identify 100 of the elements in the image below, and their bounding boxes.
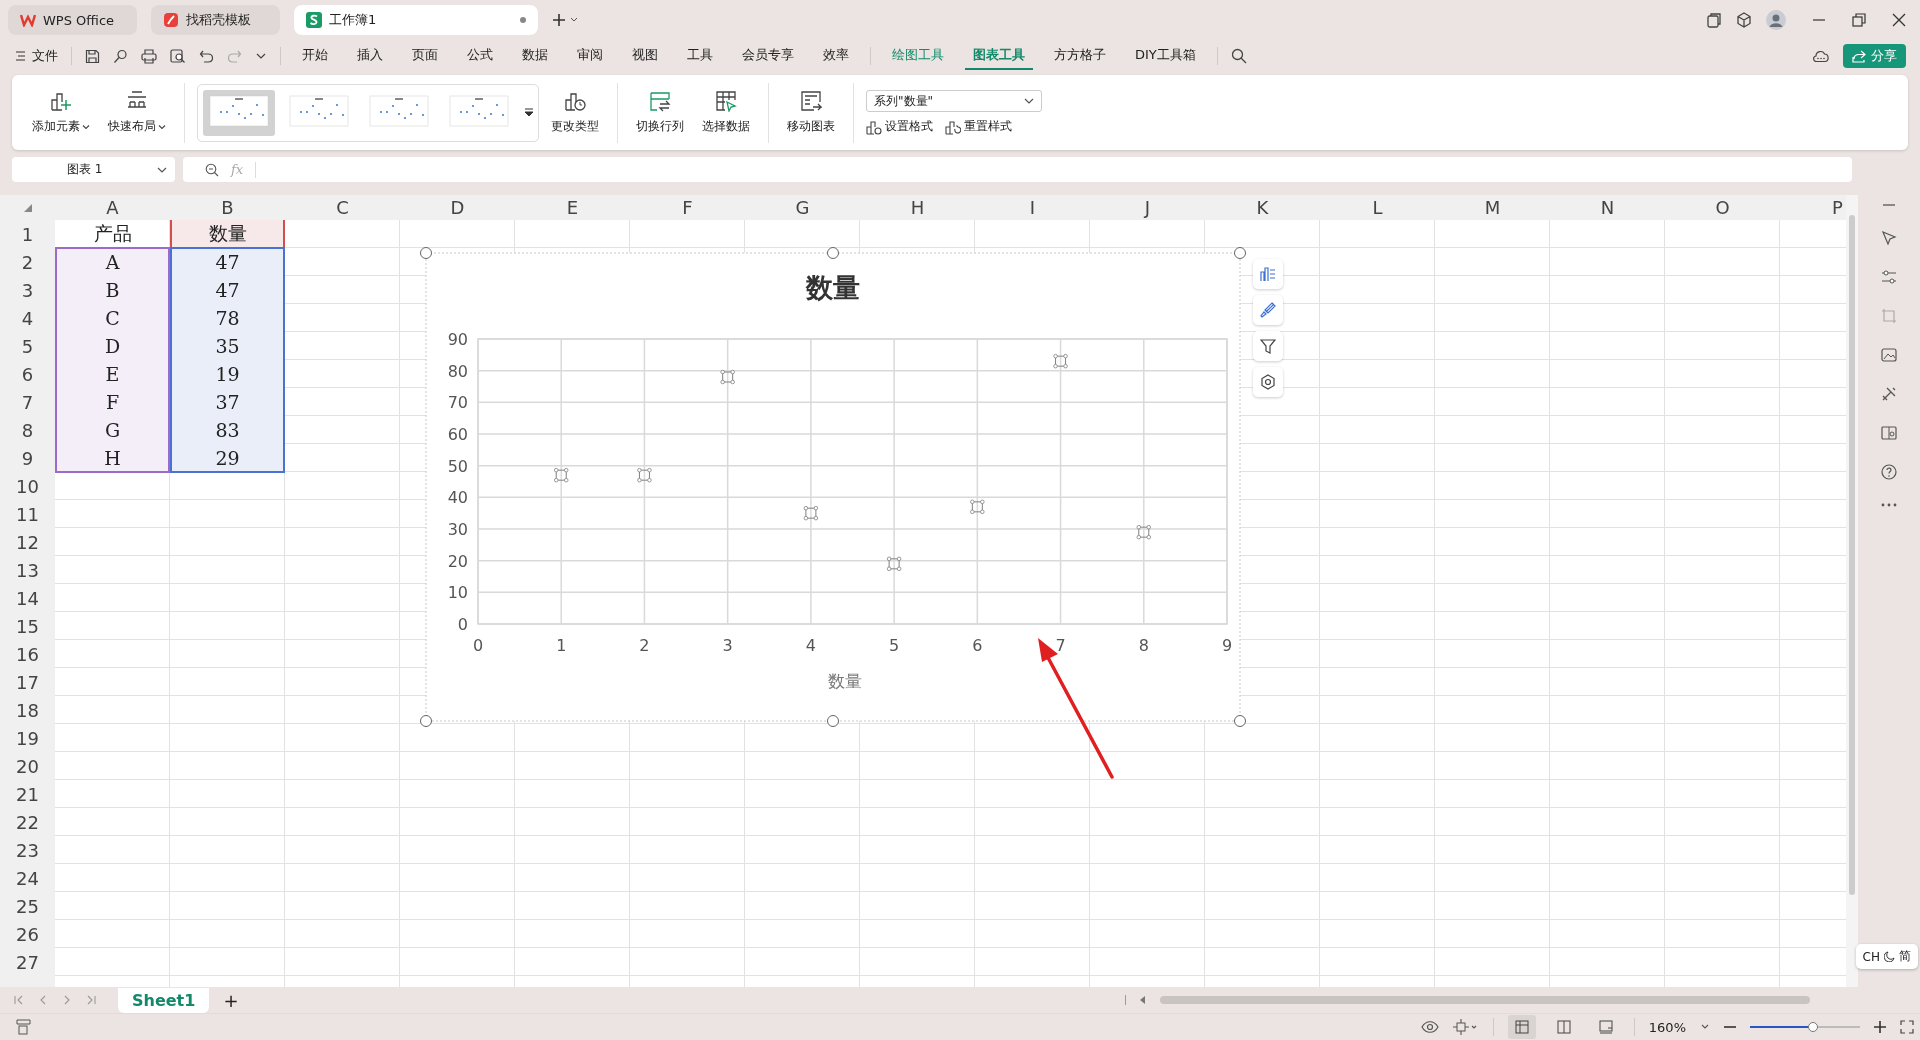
- last-sheet-icon[interactable]: [86, 995, 96, 1005]
- zoom-level[interactable]: 160%: [1648, 1019, 1686, 1035]
- column-header[interactable]: J: [1090, 195, 1205, 220]
- next-sheet-icon[interactable]: [62, 995, 72, 1005]
- zoom-slider-thumb[interactable]: [1807, 1022, 1818, 1032]
- data-point[interactable]: [886, 556, 902, 572]
- more-icon[interactable]: [1881, 503, 1897, 507]
- sliders-icon[interactable]: [1881, 269, 1897, 285]
- column-header[interactable]: P: [1780, 195, 1846, 220]
- chart-filter-button[interactable]: [1253, 331, 1283, 361]
- fullscreen-icon[interactable]: [1900, 1020, 1914, 1034]
- help-icon[interactable]: [1881, 464, 1897, 480]
- chart-settings-button[interactable]: [1253, 367, 1283, 397]
- menu-tab[interactable]: 效率: [815, 42, 857, 70]
- row-header[interactable]: 26: [0, 920, 55, 948]
- menu-tab[interactable]: 插入: [349, 42, 391, 70]
- menu-tab[interactable]: DIY工具箱: [1127, 42, 1204, 70]
- column-header[interactable]: I: [975, 195, 1090, 220]
- restore-icon[interactable]: [1852, 13, 1866, 27]
- row-header[interactable]: 8: [0, 416, 55, 444]
- zoom-in-icon[interactable]: [1874, 1021, 1886, 1033]
- vertical-scrollbar[interactable]: [1846, 195, 1858, 987]
- column-header[interactable]: K: [1205, 195, 1320, 220]
- ribbon-button[interactable]: 切换行列: [630, 86, 690, 139]
- row-header[interactable]: 1: [0, 220, 55, 248]
- column-header[interactable]: D: [400, 195, 515, 220]
- window-tab[interactable]: WPS Office: [8, 5, 137, 35]
- first-sheet-icon[interactable]: [14, 995, 24, 1005]
- view-button[interactable]: [1507, 1015, 1536, 1039]
- window-copy-icon[interactable]: [1706, 12, 1722, 28]
- macro-icon[interactable]: [16, 1019, 32, 1035]
- close-icon[interactable]: [1892, 13, 1906, 27]
- row-header[interactable]: 10: [0, 472, 55, 500]
- reset-style-button[interactable]: 重置样式: [945, 118, 1012, 135]
- data-point[interactable]: [637, 467, 652, 483]
- search-icon[interactable]: [1230, 48, 1247, 64]
- resize-handle[interactable]: [827, 715, 839, 727]
- print-preview-icon[interactable]: [170, 48, 186, 64]
- previous-sheet-icon[interactable]: [38, 995, 48, 1005]
- name-box[interactable]: 图表 1: [12, 157, 175, 182]
- print-icon[interactable]: [141, 48, 157, 64]
- data-point[interactable]: [554, 467, 569, 483]
- series-dropdown[interactable]: 系列"数量": [866, 90, 1042, 112]
- ribbon-button[interactable]: 更改类型: [545, 86, 605, 139]
- column-header[interactable]: N: [1550, 195, 1665, 220]
- column-header[interactable]: F: [630, 195, 745, 220]
- window-tab[interactable]: 找稻壳模板: [151, 5, 280, 35]
- input-method-indicator[interactable]: CH 简: [1855, 944, 1918, 969]
- menu-tab[interactable]: 绘图工具: [884, 42, 952, 70]
- menu-tab[interactable]: 开始: [294, 42, 336, 70]
- select-all-icon[interactable]: [23, 203, 32, 212]
- column-header[interactable]: E: [515, 195, 630, 220]
- row-header[interactable]: 13: [0, 556, 55, 584]
- ribbon-button[interactable]: 选择数据: [696, 86, 756, 139]
- chart-elements-button[interactable]: [1253, 259, 1283, 289]
- column-header[interactable]: A: [55, 195, 170, 220]
- menu-tab[interactable]: 审阅: [569, 42, 611, 70]
- row-header[interactable]: 23: [0, 836, 55, 864]
- row-header[interactable]: 9: [0, 444, 55, 472]
- row-header[interactable]: 22: [0, 808, 55, 836]
- data-point[interactable]: [1136, 524, 1151, 540]
- row-header[interactable]: 5: [0, 332, 55, 360]
- row-header[interactable]: 27: [0, 948, 55, 976]
- row-header[interactable]: 2: [0, 248, 55, 276]
- menu-tab[interactable]: 公式: [459, 42, 501, 70]
- collapse-icon[interactable]: [1882, 203, 1896, 207]
- cube-icon[interactable]: [1736, 12, 1752, 28]
- undo-icon[interactable]: [199, 48, 214, 64]
- row-header[interactable]: 25: [0, 892, 55, 920]
- add-element-button[interactable]: 添加元素: [26, 86, 96, 139]
- menu-tab[interactable]: 工具: [679, 42, 721, 70]
- row-header[interactable]: 18: [0, 696, 55, 724]
- column-header[interactable]: L: [1320, 195, 1435, 220]
- row-header[interactable]: 17: [0, 668, 55, 696]
- resize-handle[interactable]: [420, 715, 432, 727]
- resize-handle[interactable]: [1234, 715, 1246, 727]
- horizontal-scrollbar[interactable]: [1160, 996, 1810, 1004]
- row-header[interactable]: 16: [0, 640, 55, 668]
- gallery-more-icon[interactable]: [525, 107, 533, 118]
- data-point[interactable]: [1053, 353, 1068, 369]
- scroll-left-icon[interactable]: [1140, 996, 1146, 1004]
- row-header[interactable]: 4: [0, 304, 55, 332]
- file-menu[interactable]: 文件: [16, 47, 58, 65]
- cursor-icon[interactable]: [1881, 230, 1897, 246]
- column-header[interactable]: M: [1435, 195, 1550, 220]
- row-header[interactable]: 15: [0, 612, 55, 640]
- new-tab-icon[interactable]: [552, 13, 578, 27]
- chart-style-button[interactable]: [1253, 295, 1283, 325]
- row-header[interactable]: 21: [0, 780, 55, 808]
- column-header[interactable]: O: [1665, 195, 1780, 220]
- column-header[interactable]: C: [285, 195, 400, 220]
- row-header[interactable]: 7: [0, 388, 55, 416]
- row-header[interactable]: 3: [0, 276, 55, 304]
- locate-icon[interactable]: [1452, 1019, 1479, 1035]
- menu-tab[interactable]: 会员专享: [734, 42, 802, 70]
- quick-layout-button[interactable]: 快速布局: [102, 86, 172, 139]
- column-header[interactable]: G: [745, 195, 860, 220]
- resize-handle[interactable]: [1234, 247, 1246, 259]
- data-point[interactable]: [720, 369, 735, 385]
- add-sheet-button[interactable]: +: [223, 989, 239, 1011]
